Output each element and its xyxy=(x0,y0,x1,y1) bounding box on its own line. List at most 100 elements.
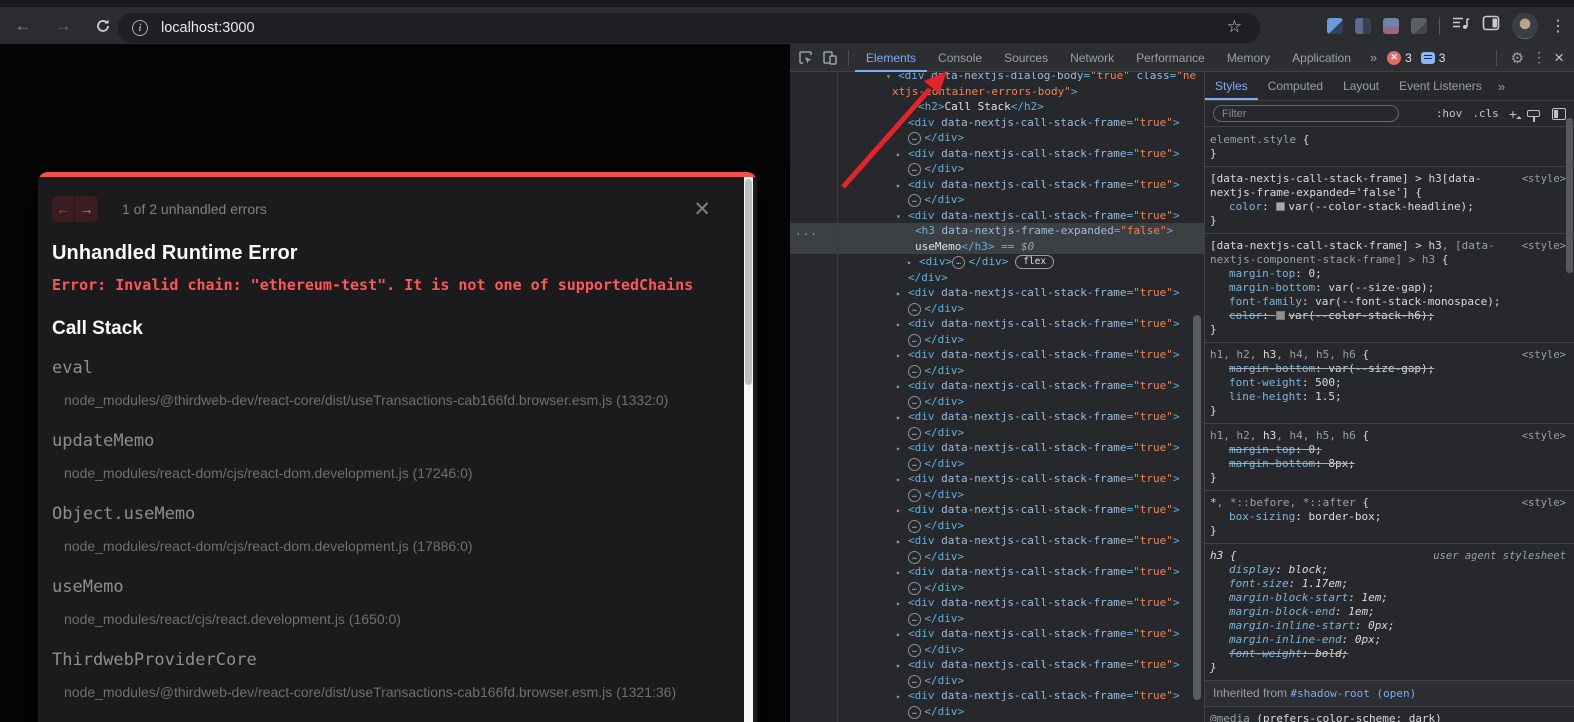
expand-arrow-icon[interactable]: ▸ xyxy=(896,441,908,457)
collapsed-content-icon[interactable]: … xyxy=(908,396,921,409)
dom-tree-row[interactable]: …</div> xyxy=(790,301,1204,317)
dom-tree-row[interactable]: …</div> xyxy=(790,611,1204,627)
error-count[interactable]: 3 xyxy=(1405,51,1412,65)
css-property[interactable]: margin-block-end: 1em; xyxy=(1210,605,1566,619)
css-property[interactable]: line-height: 1.5; xyxy=(1210,390,1566,404)
collapsed-content-icon[interactable]: … xyxy=(952,256,965,269)
tab-console[interactable]: Console xyxy=(927,44,993,72)
extension-icon-4[interactable] xyxy=(1411,18,1427,34)
expand-arrow-icon[interactable]: ▾ xyxy=(886,72,898,85)
close-overlay-icon[interactable]: ✕ xyxy=(693,199,711,220)
dom-tree-row[interactable]: …</div> xyxy=(790,425,1204,441)
collapsed-content-icon[interactable]: … xyxy=(908,582,921,595)
collapsed-content-icon[interactable]: … xyxy=(908,551,921,564)
expand-arrow-icon[interactable]: ▾ xyxy=(896,209,908,225)
dom-tree-row[interactable]: ▸<div>…</div>flex xyxy=(790,254,1204,270)
next-error-button[interactable]: → xyxy=(75,196,98,222)
dom-tree-row[interactable]: <h2>Call Stack</h2> xyxy=(790,99,1204,115)
site-info-icon[interactable]: i xyxy=(132,20,148,36)
reload-icon[interactable] xyxy=(90,13,116,39)
dom-tree-row[interactable]: …</div> xyxy=(790,704,1204,720)
css-property[interactable]: margin-top: 0; xyxy=(1210,443,1566,457)
devtools-menu-icon[interactable]: ⋮ xyxy=(1532,49,1546,66)
css-property[interactable]: margin-block-start: 1em; xyxy=(1210,591,1566,605)
styles-scrollbar-thumb[interactable] xyxy=(1566,118,1573,273)
dom-tree-row[interactable]: ▸<div data-nextjs-call-stack-frame="true… xyxy=(790,502,1204,518)
css-rule[interactable]: <style>h1, h2, h3, h4, h5, h6 {margin-to… xyxy=(1205,424,1574,491)
collapsed-content-icon[interactable]: … xyxy=(908,520,921,533)
expand-arrow-icon[interactable]: ▸ xyxy=(896,348,908,364)
collapsed-content-icon[interactable]: … xyxy=(908,706,921,719)
expand-arrow-icon[interactable]: ▸ xyxy=(896,565,908,581)
forward-icon[interactable]: → xyxy=(50,13,76,39)
dom-tree-row[interactable]: ▸<div data-nextjs-call-stack-frame="true… xyxy=(790,115,1204,131)
element-class-toggle[interactable]: .cls xyxy=(1472,107,1499,120)
new-style-rule-icon[interactable]: + xyxy=(1509,106,1517,122)
collapsed-content-icon[interactable]: … xyxy=(908,458,921,471)
css-property[interactable]: font-family: var(--font-stack-monospace)… xyxy=(1210,295,1566,309)
dom-tree-row[interactable]: ▸<div data-nextjs-call-stack-frame="true… xyxy=(790,626,1204,642)
color-swatch[interactable] xyxy=(1276,202,1285,211)
dom-tree-row[interactable]: …</div> xyxy=(790,192,1204,208)
url-text[interactable]: localhost:3000 xyxy=(161,20,255,36)
css-property[interactable]: color: var(--color-stack-h6); xyxy=(1210,309,1566,323)
css-rule[interactable]: user agent stylesheeth3 {display: block;… xyxy=(1205,544,1574,681)
css-property[interactable]: margin-inline-end: 0px; xyxy=(1210,633,1566,647)
dom-tree-row[interactable]: ▸<div data-nextjs-call-stack-frame="true… xyxy=(790,688,1204,704)
dom-tree-row[interactable]: …</div> xyxy=(790,363,1204,379)
css-rule[interactable]: <style>[data-nextjs-call-stack-frame] > … xyxy=(1205,167,1574,234)
dialog-scrollbar[interactable] xyxy=(744,177,753,722)
collapsed-content-icon[interactable]: … xyxy=(908,365,921,378)
css-property[interactable]: margin-bottom: 8px; xyxy=(1210,457,1566,471)
expand-arrow-icon[interactable]: ▸ xyxy=(896,147,908,163)
css-property[interactable]: box-sizing: border-box; xyxy=(1210,510,1566,524)
dom-tree-row[interactable]: …</div> xyxy=(790,487,1204,503)
dom-tree-row[interactable]: xtjs-container-errors-body"> xyxy=(790,84,1204,100)
back-icon[interactable]: ← xyxy=(10,13,36,39)
sidebar-more-tabs-icon[interactable]: » xyxy=(1492,72,1511,100)
dom-tree-row[interactable]: ▾<div data-nextjs-call-stack-frame="true… xyxy=(790,208,1204,224)
sidebar-tab-styles[interactable]: Styles xyxy=(1205,72,1258,100)
rule-origin[interactable]: <style> xyxy=(1522,348,1566,362)
dom-tree-row[interactable]: ▸<div data-nextjs-call-stack-frame="true… xyxy=(790,177,1204,193)
collapsed-content-icon[interactable]: … xyxy=(908,334,921,347)
dom-tree-row[interactable]: …</div> xyxy=(790,161,1204,177)
dom-tree-row[interactable]: </div> xyxy=(790,270,1204,286)
css-property[interactable]: margin-bottom: var(--size-gap); xyxy=(1210,362,1566,376)
sidebar-dock-icon[interactable] xyxy=(1552,108,1566,120)
collapsed-content-icon[interactable]: … xyxy=(908,427,921,440)
expand-arrow-icon[interactable]: ▸ xyxy=(896,379,908,395)
stack-frame[interactable]: useMemonode_modules/react/cjs/react.deve… xyxy=(52,577,735,628)
expand-arrow-icon[interactable]: ▸ xyxy=(896,596,908,612)
expand-arrow-icon[interactable]: ▸ xyxy=(896,472,908,488)
css-property[interactable]: display: block; xyxy=(1210,563,1566,577)
collapsed-content-icon[interactable]: … xyxy=(908,675,921,688)
dom-tree-row[interactable]: …</div> xyxy=(790,518,1204,534)
tab-network[interactable]: Network xyxy=(1059,44,1125,72)
dom-tree-row[interactable]: …</div> xyxy=(790,130,1204,146)
dom-tree-row[interactable]: ▸<div data-nextjs-call-stack-frame="true… xyxy=(790,347,1204,363)
flex-badge[interactable]: flex xyxy=(1015,255,1054,269)
tab-sources[interactable]: Sources xyxy=(993,44,1059,72)
sidebar-tab-event-listeners[interactable]: Event Listeners xyxy=(1389,72,1492,100)
dom-tree-row[interactable]: …</div> xyxy=(790,673,1204,689)
rule-origin[interactable]: <style> xyxy=(1522,429,1566,443)
elements-scrollbar-thumb[interactable] xyxy=(1193,315,1201,700)
stack-frame[interactable]: Object.useMemonode_modules/react-dom/cjs… xyxy=(52,504,735,555)
dom-tree-row[interactable]: ▸<div data-nextjs-call-stack-frame="true… xyxy=(790,471,1204,487)
rule-origin[interactable]: <style> xyxy=(1522,172,1566,186)
inspect-element-icon[interactable] xyxy=(790,50,818,65)
dom-tree-row[interactable]: ▸<div data-nextjs-call-stack-frame="true… xyxy=(790,595,1204,611)
expand-arrow-icon[interactable]: ▸ xyxy=(896,116,908,132)
side-panel-icon[interactable] xyxy=(1482,15,1500,36)
stack-frame[interactable]: ThirdwebProviderCorenode_modules/@thirdw… xyxy=(52,650,735,701)
collapsed-content-icon[interactable]: … xyxy=(908,613,921,626)
rendering-emulation-icon[interactable] xyxy=(1527,110,1540,117)
expand-arrow-icon[interactable]: ▸ xyxy=(907,255,919,271)
dom-tree-row[interactable]: ▸<div data-nextjs-call-stack-frame="true… xyxy=(790,316,1204,332)
dom-tree-row[interactable]: …</div> xyxy=(790,332,1204,348)
dom-tree-row[interactable]: ▾<div data-nextjs-dialog-body="true" cla… xyxy=(790,72,1204,84)
extension-icon-3[interactable] xyxy=(1383,18,1399,34)
console-message-icon[interactable] xyxy=(1421,52,1435,64)
sidebar-tab-computed[interactable]: Computed xyxy=(1258,72,1333,100)
